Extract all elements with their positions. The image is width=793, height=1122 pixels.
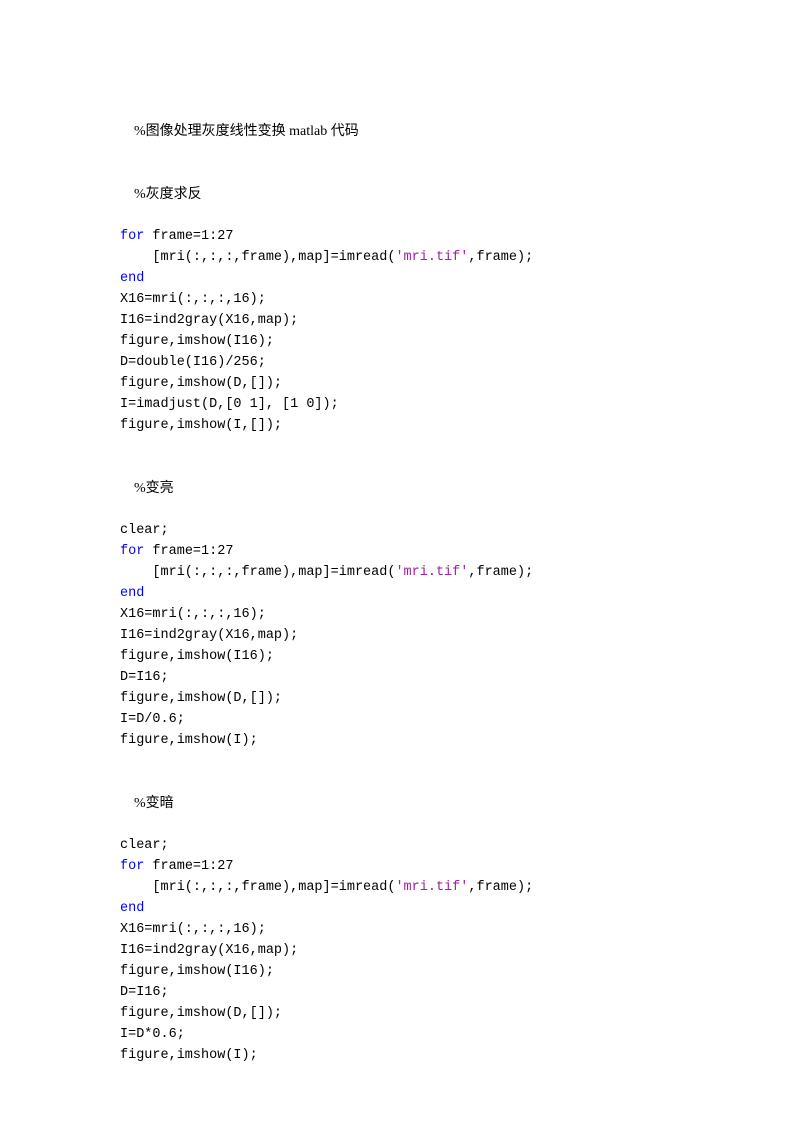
code-line: figure,imshow(I); [120, 1045, 678, 1066]
keyword: for [120, 544, 144, 559]
code-block-2: clear; for frame=1:27 [mri(:,:,:,frame),m… [120, 835, 678, 1066]
doc-title: %图像处理灰度线性变换 matlab 代码 [120, 100, 678, 163]
title-end: 代码 [331, 124, 359, 139]
code-text: figure,imshow(D,[]); [120, 691, 282, 706]
code-text: ,frame); [468, 880, 533, 895]
code-line: figure,imshow(I16); [120, 961, 678, 982]
code-line: X16=mri(:,:,:,16); [120, 289, 678, 310]
code-text: I16=ind2gray(X16,map); [120, 943, 298, 958]
code-line: clear; [120, 835, 678, 856]
code-line: I=imadjust(D,[0 1], [1 0]); [120, 394, 678, 415]
code-text: [mri(:,:,:,frame),map]=imread( [120, 565, 395, 580]
code-line: [mri(:,:,:,frame),map]=imread('mri.tif',… [120, 247, 678, 268]
code-text: clear; [120, 523, 169, 538]
code-text: ,frame); [468, 250, 533, 265]
code-text: I=D*0.6; [120, 1027, 185, 1042]
sub-txt-1: 变亮 [146, 481, 174, 496]
title-pct: % [134, 124, 146, 139]
keyword: for [120, 229, 144, 244]
code-line: [mri(:,:,:,frame),map]=imread('mri.tif',… [120, 562, 678, 583]
code-line: clear; [120, 520, 678, 541]
code-text: figure,imshow(I16); [120, 964, 274, 979]
blank-line [120, 436, 678, 457]
keyword: for [120, 859, 144, 874]
code-text: D=double(I16)/256; [120, 355, 266, 370]
section-heading-1: %变亮 [120, 457, 678, 520]
code-line: I16=ind2gray(X16,map); [120, 625, 678, 646]
code-text: X16=mri(:,:,:,16); [120, 607, 266, 622]
title-cjk: 图像处理灰度线性变换 [146, 124, 286, 139]
code-text: X16=mri(:,:,:,16); [120, 922, 266, 937]
code-line: figure,imshow(I16); [120, 331, 678, 352]
code-line: I16=ind2gray(X16,map); [120, 310, 678, 331]
code-text: D=I16; [120, 670, 169, 685]
code-text: I=D/0.6; [120, 712, 185, 727]
code-line: D=double(I16)/256; [120, 352, 678, 373]
code-block-0: for frame=1:27 [mri(:,:,:,frame),map]=im… [120, 226, 678, 436]
code-line: figure,imshow(D,[]); [120, 688, 678, 709]
sub-pct-0: % [134, 187, 146, 202]
code-line: for frame=1:27 [120, 541, 678, 562]
code-line: I=D/0.6; [120, 709, 678, 730]
code-text: D=I16; [120, 985, 169, 1000]
code-text: figure,imshow(I); [120, 1048, 258, 1063]
code-text: frame=1:27 [144, 544, 233, 559]
code-text: [mri(:,:,:,frame),map]=imread( [120, 880, 395, 895]
sub-txt-2: 变暗 [146, 796, 174, 811]
string-literal: 'mri.tif' [395, 880, 468, 895]
code-line: [mri(:,:,:,frame),map]=imread('mri.tif',… [120, 877, 678, 898]
code-line: figure,imshow(D,[]); [120, 1003, 678, 1024]
string-literal: 'mri.tif' [395, 250, 468, 265]
code-line: end [120, 898, 678, 919]
code-line: X16=mri(:,:,:,16); [120, 919, 678, 940]
code-text: figure,imshow(I); [120, 733, 258, 748]
code-line: end [120, 268, 678, 289]
title-suffix: matlab [286, 124, 331, 139]
code-text: figure,imshow(I,[]); [120, 418, 282, 433]
code-line: D=I16; [120, 982, 678, 1003]
keyword: end [120, 271, 144, 286]
code-line: end [120, 583, 678, 604]
sub-pct-1: % [134, 481, 146, 496]
document-page: %图像处理灰度线性变换 matlab 代码 %灰度求反 for frame=1:… [0, 0, 793, 1066]
code-text: figure,imshow(I16); [120, 649, 274, 664]
string-literal: 'mri.tif' [395, 565, 468, 580]
code-text: frame=1:27 [144, 229, 233, 244]
code-line: figure,imshow(D,[]); [120, 373, 678, 394]
blank-line [120, 751, 678, 772]
code-text: X16=mri(:,:,:,16); [120, 292, 266, 307]
code-line: D=I16; [120, 667, 678, 688]
section-heading-0: %灰度求反 [120, 163, 678, 226]
code-line: I=D*0.6; [120, 1024, 678, 1045]
code-line: figure,imshow(I); [120, 730, 678, 751]
keyword: end [120, 901, 144, 916]
sub-txt-0: 灰度求反 [146, 187, 202, 202]
code-line: figure,imshow(I16); [120, 646, 678, 667]
code-text: figure,imshow(D,[]); [120, 376, 282, 391]
code-block-1: clear; for frame=1:27 [mri(:,:,:,frame),m… [120, 520, 678, 751]
code-text: I16=ind2gray(X16,map); [120, 313, 298, 328]
code-line: X16=mri(:,:,:,16); [120, 604, 678, 625]
code-text: frame=1:27 [144, 859, 233, 874]
code-text: I=imadjust(D,[0 1], [1 0]); [120, 397, 339, 412]
code-text: [mri(:,:,:,frame),map]=imread( [120, 250, 395, 265]
keyword: end [120, 586, 144, 601]
code-line: figure,imshow(I,[]); [120, 415, 678, 436]
code-text: ,frame); [468, 565, 533, 580]
code-text: figure,imshow(I16); [120, 334, 274, 349]
section-heading-2: %变暗 [120, 772, 678, 835]
code-text: I16=ind2gray(X16,map); [120, 628, 298, 643]
code-line: for frame=1:27 [120, 226, 678, 247]
code-line: for frame=1:27 [120, 856, 678, 877]
code-text: figure,imshow(D,[]); [120, 1006, 282, 1021]
sub-pct-2: % [134, 796, 146, 811]
code-line: I16=ind2gray(X16,map); [120, 940, 678, 961]
code-text: clear; [120, 838, 169, 853]
